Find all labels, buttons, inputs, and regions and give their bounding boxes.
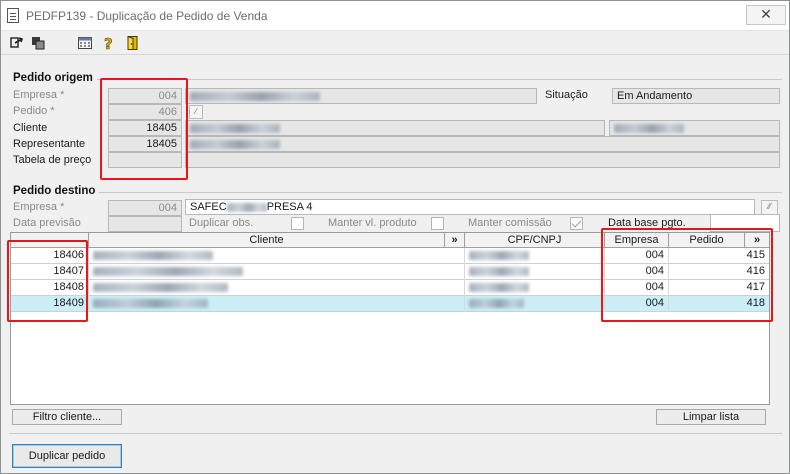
destino-empresa-name: SAFEC PRESA 4 (185, 199, 755, 215)
duplicar-obs-label: Duplicar obs. (189, 217, 254, 229)
tabela-preco-code-field[interactable] (108, 152, 182, 168)
origem-pedido-field[interactable]: 406 (108, 104, 182, 120)
close-button[interactable]: ✕ (746, 5, 786, 25)
destino-empresa-search-button[interactable]: ⁄⁄ (761, 200, 778, 215)
grid-header-code (11, 233, 89, 248)
pedidos-grid: Cliente » CPF/CNPJ Empresa Pedido » 1840… (10, 232, 770, 405)
row-cliente (89, 264, 465, 280)
duplicar-obs-checkbox[interactable] (291, 217, 304, 230)
row-cpf (465, 248, 605, 264)
cliente-doc-field (609, 120, 780, 136)
window-title: PEDFP139 - Duplicação de Pedido de Venda (26, 9, 268, 23)
destino-divider (99, 192, 782, 193)
grid-header-expand-button[interactable]: » (445, 233, 465, 248)
row-cpf (465, 280, 605, 296)
situacao-label: Situação (545, 89, 588, 101)
row-code: 18409 (11, 296, 89, 312)
row-empresa: 004 (605, 248, 669, 264)
situacao-field: Em Andamento (612, 88, 780, 104)
row-code: 18408 (11, 280, 89, 296)
row-empresa: 004 (605, 264, 669, 280)
data-previsao-field[interactable] (108, 216, 182, 232)
row-code: 18407 (11, 264, 89, 280)
grid-copy-icon[interactable] (30, 35, 46, 51)
row-pedido: 417 (746, 281, 765, 293)
data-base-pgto-field[interactable] (710, 214, 780, 232)
destino-empresa-name-end: PRESA 4 (266, 201, 313, 213)
origem-divider (97, 79, 782, 80)
calculator-icon[interactable] (77, 35, 93, 51)
data-base-pgto-label: Data base pgto. (608, 217, 686, 229)
table-row-selected[interactable]: 18409 004 418 (11, 296, 769, 312)
manter-comissao-label: Manter comissão (468, 217, 552, 229)
destino-empresa-field[interactable]: 004 (108, 200, 182, 216)
tabela-preco-name-field (185, 152, 780, 168)
row-cpf (465, 296, 605, 312)
limpar-lista-button[interactable]: Limpar lista (656, 409, 766, 425)
document-icon (7, 8, 19, 23)
origem-empresa-field[interactable]: 004 (108, 88, 182, 104)
origem-pedido-label: Pedido * (13, 105, 55, 117)
destino-empresa-name-start: SAFEC (190, 201, 227, 213)
cliente-label: Cliente (13, 122, 48, 134)
destino-empresa-label: Empresa * (13, 201, 65, 213)
row-pedido: 416 (746, 265, 765, 277)
grid-header-empresa[interactable]: Empresa (605, 233, 669, 248)
representante-code-field[interactable]: 18405 (108, 136, 182, 152)
origem-empresa-name (185, 88, 537, 104)
destino-section-title: Pedido destino (13, 185, 96, 197)
origem-section-title: Pedido origem (13, 72, 93, 84)
exit-door-icon[interactable] (124, 35, 140, 51)
footer-divider (9, 433, 782, 434)
manter-comissao-checkbox[interactable] (570, 217, 583, 230)
grid-header-expand2-button[interactable]: » (745, 233, 769, 248)
row-cliente (89, 280, 465, 296)
app-window: PEDFP139 - Duplicação de Pedido de Venda… (0, 0, 790, 474)
manter-vl-produto-checkbox[interactable] (431, 217, 444, 230)
tabela-preco-label: Tabela de preço (13, 154, 92, 166)
table-row[interactable]: 18407 004 416 (11, 264, 769, 280)
data-previsao-label: Data previsão (13, 217, 81, 229)
row-cliente (89, 296, 465, 312)
row-pedido: 418 (746, 297, 765, 309)
manter-vl-produto-label: Manter vl. produto (328, 217, 417, 229)
cliente-code-field[interactable]: 18405 (108, 120, 182, 136)
row-empresa: 004 (605, 280, 669, 296)
pedido-search-button[interactable]: ⁄ (189, 105, 203, 119)
table-row[interactable]: 18408 004 417 (11, 280, 769, 296)
toolbar: ? (1, 31, 789, 55)
duplicar-pedido-button[interactable]: Duplicar pedido (12, 444, 122, 468)
representante-label: Representante (13, 138, 86, 150)
svg-text:?: ? (104, 35, 113, 51)
grid-header-pedido[interactable]: Pedido (669, 233, 745, 248)
row-cpf (465, 264, 605, 280)
grid-header: Cliente » CPF/CNPJ Empresa Pedido » (11, 233, 769, 248)
filtro-cliente-button[interactable]: Filtro cliente... (12, 409, 122, 425)
arrow-out-icon[interactable] (9, 35, 25, 51)
row-code: 18406 (11, 248, 89, 264)
grid-header-cliente[interactable]: Cliente (89, 233, 445, 248)
row-pedido: 415 (746, 249, 765, 261)
table-row[interactable]: 18406 004 415 (11, 248, 769, 264)
row-empresa: 004 (605, 296, 669, 312)
help-icon[interactable]: ? (101, 35, 117, 51)
title-bar: PEDFP139 - Duplicação de Pedido de Venda… (1, 1, 789, 31)
grid-header-cpf[interactable]: CPF/CNPJ (465, 233, 605, 248)
cliente-name-field (185, 120, 605, 136)
row-cliente (89, 248, 465, 264)
origem-empresa-label: Empresa * (13, 89, 65, 101)
representante-name-field (185, 136, 780, 152)
